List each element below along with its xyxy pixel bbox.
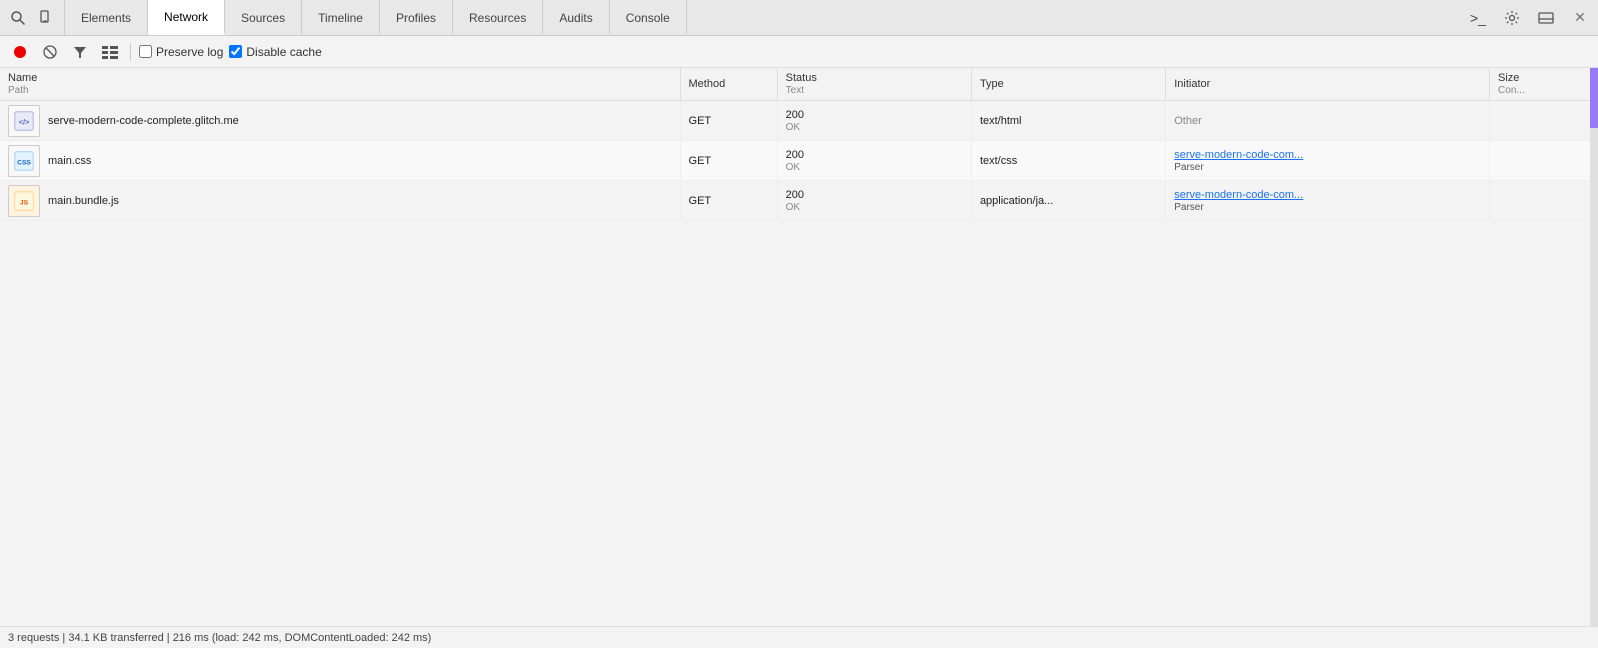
cell-size [1490, 101, 1598, 141]
tab-sources[interactable]: Sources [225, 0, 302, 35]
tab-resources[interactable]: Resources [453, 0, 543, 35]
col-header-method-label: Method [689, 78, 726, 90]
disable-cache-text: Disable cache [246, 45, 321, 59]
cell-initiator: serve-modern-code-com...Parser [1166, 141, 1490, 181]
preserve-log-checkbox[interactable] [139, 45, 152, 58]
cell-method: GET [680, 141, 777, 181]
status-text: OK [786, 202, 800, 213]
col-header-initiator[interactable]: Initiator [1166, 68, 1490, 101]
initiator-text: Other [1174, 115, 1202, 127]
toggle-view-button[interactable] [98, 40, 122, 64]
col-header-name-sub: Path [8, 85, 29, 96]
status-code: 200 [786, 189, 804, 201]
clear-button[interactable] [38, 40, 62, 64]
col-header-type-label: Type [980, 78, 1004, 90]
col-header-size-label: Size [1498, 72, 1519, 84]
status-code: 200 [786, 109, 804, 121]
cell-name: JS main.bundle.js [0, 181, 680, 221]
initiator-sub: Parser [1174, 202, 1203, 213]
cell-type: text/css [971, 141, 1165, 181]
preserve-log-label[interactable]: Preserve log [139, 45, 223, 59]
nav-right: >_ ✕ [1464, 4, 1594, 32]
cell-status: 200OK [777, 181, 971, 221]
tab-timeline[interactable]: Timeline [302, 0, 380, 35]
preserve-log-text: Preserve log [156, 45, 223, 59]
row-filename: main.bundle.js [48, 195, 119, 207]
dock-button[interactable] [1532, 4, 1560, 32]
name-cell-content: JS main.bundle.js [8, 185, 672, 217]
cell-method: GET [680, 181, 777, 221]
status-text: OK [786, 122, 800, 133]
col-header-name-label: Name [8, 72, 37, 84]
cell-status: 200OK [777, 141, 971, 181]
status-code: 200 [786, 149, 804, 161]
svg-text:JS: JS [20, 199, 29, 206]
cell-name: </> serve-modern-code-complete.glitch.me [0, 101, 680, 141]
scrollbar[interactable] [1590, 68, 1598, 626]
col-header-size[interactable]: Size Con... [1490, 68, 1598, 101]
initiator-link[interactable]: serve-modern-code-com... [1174, 189, 1303, 201]
name-cell-content: </> serve-modern-code-complete.glitch.me [8, 105, 672, 137]
toolbar-sep-1 [130, 43, 131, 61]
status-bar: 3 requests | 34.1 KB transferred | 216 m… [0, 626, 1598, 648]
table-wrapper: Name Path Method Status Text Type Initia [0, 68, 1598, 626]
network-table: Name Path Method Status Text Type Initia [0, 68, 1598, 221]
tab-profiles[interactable]: Profiles [380, 0, 453, 35]
cell-name: CSS main.css [0, 141, 680, 181]
cell-size [1490, 141, 1598, 181]
cell-type: application/ja... [971, 181, 1165, 221]
tab-console[interactable]: Console [610, 0, 687, 35]
table-row[interactable]: CSS main.css GET200OKtext/cssserve-moder… [0, 141, 1598, 181]
file-icon-html: </> [8, 105, 40, 137]
col-header-type[interactable]: Type [971, 68, 1165, 101]
scroll-thumb[interactable] [1590, 68, 1598, 128]
file-icon-js: JS [8, 185, 40, 217]
disable-cache-checkbox[interactable] [229, 45, 242, 58]
network-toolbar: Preserve log Disable cache [0, 36, 1598, 68]
search-button[interactable] [4, 4, 32, 32]
col-header-method[interactable]: Method [680, 68, 777, 101]
status-text: OK [786, 162, 800, 173]
cell-type: text/html [971, 101, 1165, 141]
col-header-name[interactable]: Name Path [0, 68, 680, 101]
execute-script-button[interactable]: >_ [1464, 4, 1492, 32]
tab-network[interactable]: Network [148, 0, 225, 35]
cell-status: 200OK [777, 101, 971, 141]
filter-button[interactable] [68, 40, 92, 64]
cell-method: GET [680, 101, 777, 141]
svg-text:CSS: CSS [17, 159, 31, 166]
tab-elements[interactable]: Elements [64, 0, 148, 35]
top-nav: Elements Network Sources Timeline Profil… [0, 0, 1598, 36]
name-cell-content: CSS main.css [8, 145, 672, 177]
device-mode-button[interactable] [32, 4, 60, 32]
cell-size [1490, 181, 1598, 221]
initiator-link[interactable]: serve-modern-code-com... [1174, 149, 1303, 161]
disable-cache-label[interactable]: Disable cache [229, 45, 321, 59]
svg-text:</>: </> [19, 117, 30, 126]
nav-tabs: Elements Network Sources Timeline Profil… [64, 0, 687, 35]
col-header-status[interactable]: Status Text [777, 68, 971, 101]
col-header-initiator-label: Initiator [1174, 78, 1210, 90]
tab-audits[interactable]: Audits [543, 0, 609, 35]
table-row[interactable]: JS main.bundle.js GET200OKapplication/ja… [0, 181, 1598, 221]
row-filename: main.css [48, 155, 91, 167]
status-bar-text: 3 requests | 34.1 KB transferred | 216 m… [8, 632, 431, 644]
initiator-sub: Parser [1174, 162, 1203, 173]
file-icon-css: CSS [8, 145, 40, 177]
table-row[interactable]: </> serve-modern-code-complete.glitch.me… [0, 101, 1598, 141]
col-header-status-sub: Text [786, 85, 804, 96]
main-content: Preserve log Disable cache Name Path [0, 36, 1598, 648]
col-header-status-label: Status [786, 72, 817, 84]
table-header-row: Name Path Method Status Text Type Initia [0, 68, 1598, 101]
row-filename: serve-modern-code-complete.glitch.me [48, 115, 239, 127]
col-header-size-sub: Con... [1498, 85, 1525, 96]
cell-initiator: Other [1166, 101, 1490, 141]
cell-initiator: serve-modern-code-com...Parser [1166, 181, 1490, 221]
close-button[interactable]: ✕ [1566, 4, 1594, 32]
record-button[interactable] [8, 40, 32, 64]
settings-button[interactable] [1498, 4, 1526, 32]
